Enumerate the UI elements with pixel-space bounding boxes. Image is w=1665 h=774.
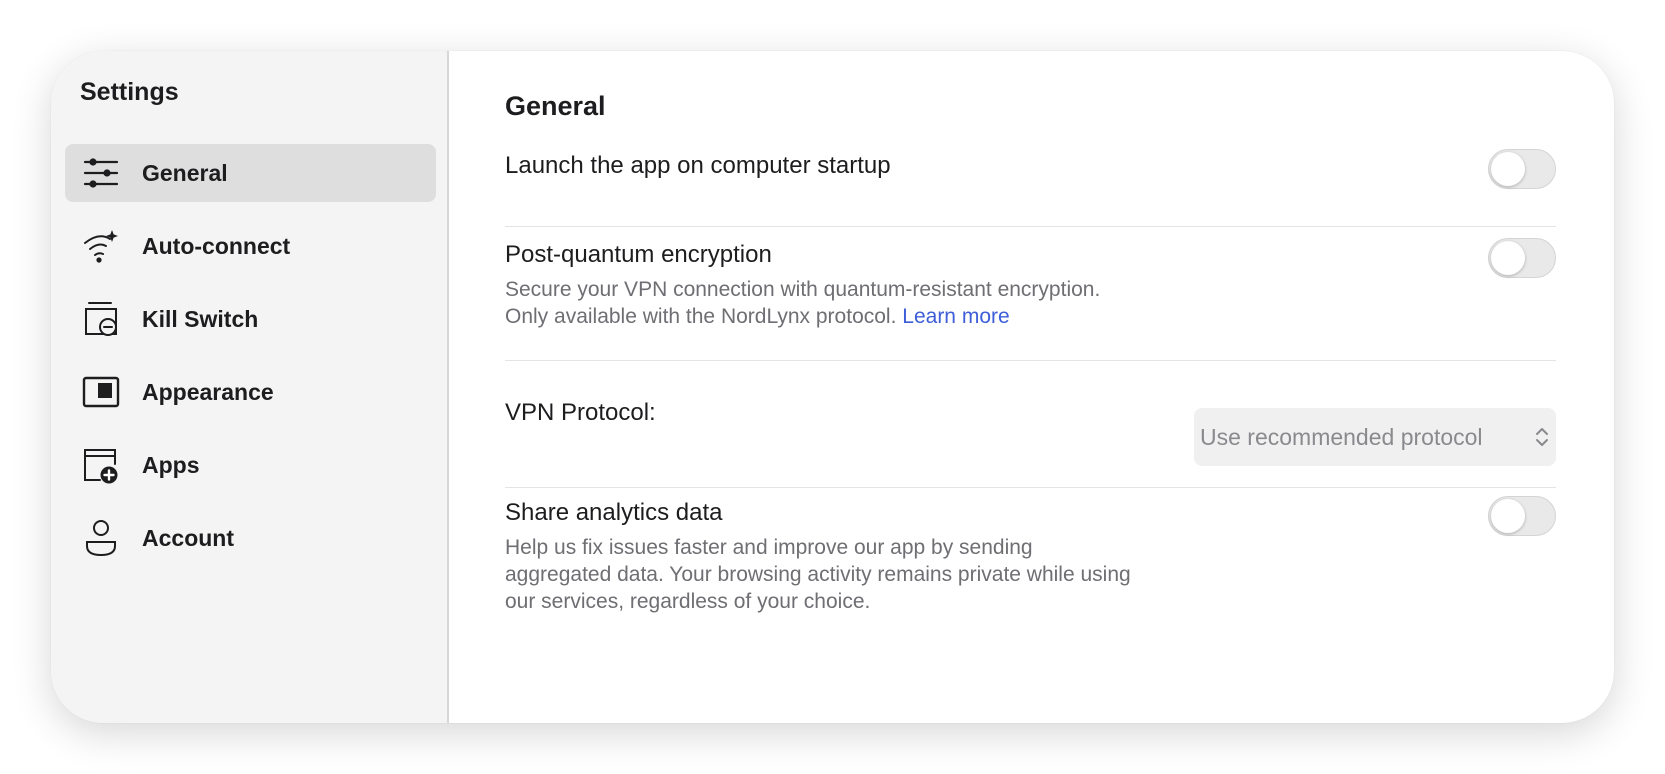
learn-more-link[interactable]: Learn more xyxy=(902,305,1009,328)
wifi-sparkle-icon xyxy=(81,228,121,264)
divider xyxy=(505,487,1556,488)
launch-startup-label: Launch the app on computer startup xyxy=(505,152,891,179)
sidebar-item-apps[interactable]: Apps xyxy=(65,436,436,494)
post-quantum-toggle[interactable] xyxy=(1488,238,1556,278)
page-title: General xyxy=(505,91,606,121)
settings-content: General Launch the app on computer start… xyxy=(505,51,1559,723)
sidebar-item-label: Account xyxy=(142,524,234,551)
settings-window: Settings General Auto-connect Kill Switc… xyxy=(51,51,1614,723)
sidebar-nav: General Auto-connect Kill Switch Appeara… xyxy=(65,144,436,582)
analytics-toggle[interactable] xyxy=(1488,496,1556,536)
sidebar-item-appearance[interactable]: Appearance xyxy=(65,363,436,421)
analytics-description: Help us fix issues faster and improve ou… xyxy=(505,534,1205,615)
apps-add-icon xyxy=(81,447,121,484)
description-line: our services, regardless of your choice. xyxy=(505,590,871,613)
description-line: aggregated data. Your browsing activity … xyxy=(505,563,1131,586)
description-line: Help us fix issues faster and improve ou… xyxy=(505,536,1033,559)
sliders-icon xyxy=(81,155,121,191)
post-quantum-description: Secure your VPN connection with quantum-… xyxy=(505,276,1205,330)
account-icon xyxy=(81,520,121,557)
description-line: Secure your VPN connection with quantum-… xyxy=(505,278,1101,301)
kill-switch-icon xyxy=(81,301,121,337)
sidebar-item-kill-switch[interactable]: Kill Switch xyxy=(65,290,436,348)
sidebar-title: Settings xyxy=(80,78,179,106)
toggle-knob xyxy=(1491,241,1525,275)
sidebar-item-label: Kill Switch xyxy=(142,305,259,332)
post-quantum-label: Post-quantum encryption xyxy=(505,241,772,268)
vpn-protocol-select[interactable]: Use recommended protocol xyxy=(1194,408,1556,466)
toggle-knob xyxy=(1491,152,1525,186)
sidebar-item-account[interactable]: Account xyxy=(65,509,436,567)
analytics-label: Share analytics data xyxy=(505,499,723,526)
vpn-protocol-value: Use recommended protocol xyxy=(1200,423,1483,450)
appearance-icon xyxy=(81,374,121,410)
description-text: Only available with the NordLynx protoco… xyxy=(505,305,897,328)
divider xyxy=(505,360,1556,361)
sidebar: Settings General Auto-connect Kill Switc… xyxy=(51,51,449,723)
vpn-protocol-label: VPN Protocol: xyxy=(505,399,656,426)
launch-startup-toggle[interactable] xyxy=(1488,149,1556,189)
divider xyxy=(505,226,1556,227)
sidebar-item-label: Appearance xyxy=(142,378,274,405)
sidebar-item-label: General xyxy=(142,159,228,186)
sidebar-item-label: Auto-connect xyxy=(142,232,291,259)
sidebar-item-general[interactable]: General xyxy=(65,144,436,202)
sidebar-item-label: Apps xyxy=(142,451,200,478)
toggle-knob xyxy=(1491,499,1525,533)
description-line: Only available with the NordLynx protoco… xyxy=(505,303,1205,330)
chevron-up-down-icon xyxy=(1534,425,1550,449)
sidebar-item-auto-connect[interactable]: Auto-connect xyxy=(65,217,436,275)
